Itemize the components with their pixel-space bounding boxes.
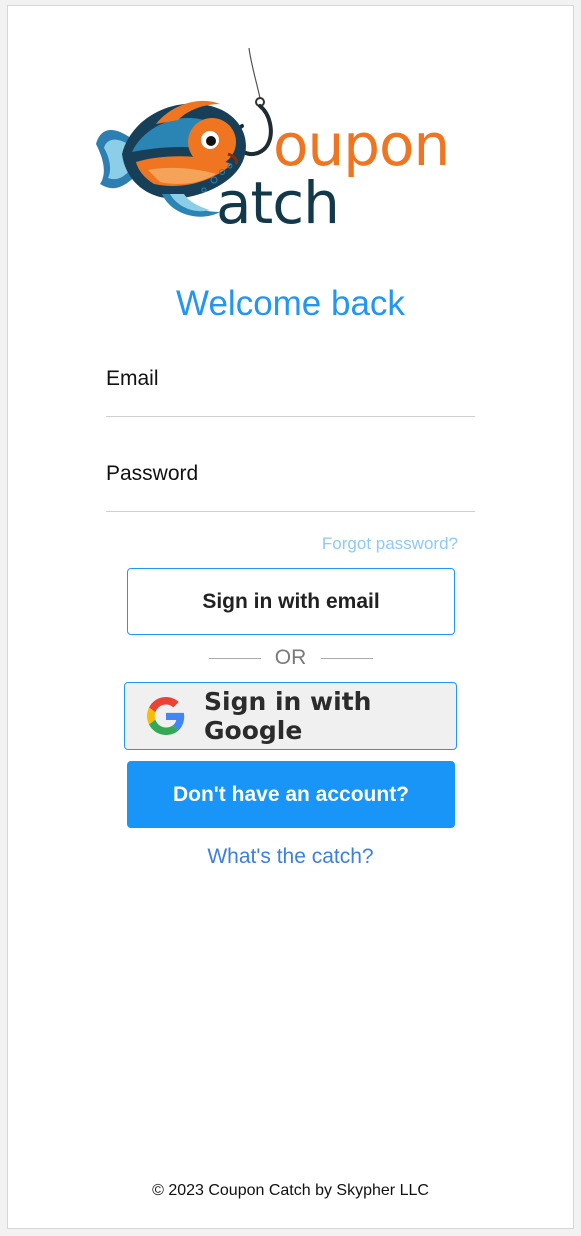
email-input[interactable] [106, 367, 479, 418]
or-label: OR [274, 646, 307, 669]
forgot-password-link[interactable]: Forgot password? [322, 534, 458, 554]
page-title: Welcome back [176, 284, 405, 323]
password-field[interactable]: Password [106, 462, 479, 513]
password-input[interactable] [106, 462, 479, 513]
divider-line-right [321, 658, 373, 659]
sign-in-google-label: Sign in with Google [204, 687, 372, 745]
footer-copyright: © 2023 Coupon Catch by Skypher LLC [152, 1182, 429, 1199]
email-field[interactable]: Email [106, 367, 479, 418]
sign-in-email-button[interactable]: Sign in with email [127, 568, 455, 635]
or-divider: OR [0, 646, 581, 670]
brand-word-bottom: atch [216, 169, 340, 237]
signup-button[interactable]: Don't have an account? [127, 761, 455, 828]
sign-in-google-button[interactable]: Sign in with Google [124, 682, 457, 750]
brand-logo: oupon atch [92, 44, 502, 237]
google-g-icon [147, 697, 185, 735]
whats-the-catch-link[interactable]: What's the catch? [0, 845, 581, 869]
brand-word-top: oupon [273, 111, 450, 179]
